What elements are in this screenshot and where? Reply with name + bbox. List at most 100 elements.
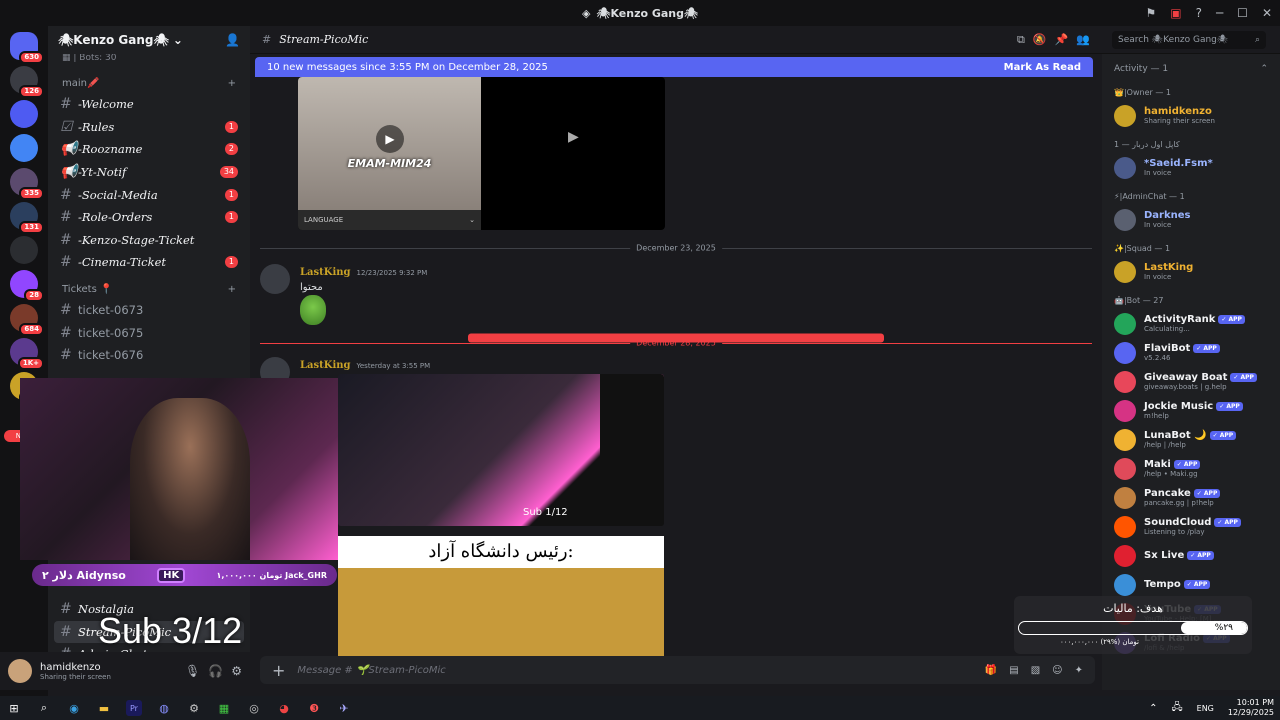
add-member-icon[interactable]: 👤 bbox=[225, 33, 240, 47]
member-info: ActivityRank ✓ APP bbox=[1144, 314, 1245, 325]
play-icon[interactable]: ▶ bbox=[376, 125, 404, 153]
settings-icon[interactable]: ⚙ bbox=[231, 664, 242, 678]
server-icon[interactable]: 126 bbox=[10, 66, 44, 98]
edge-icon[interactable]: ◉ bbox=[66, 700, 82, 716]
avatar bbox=[1114, 428, 1136, 451]
message-author[interactable]: LastKing bbox=[300, 267, 351, 278]
file-explorer-icon[interactable]: ▬ bbox=[96, 700, 112, 716]
server-icon[interactable]: 684 bbox=[10, 304, 44, 336]
emoji-icon[interactable]: ☺ bbox=[1052, 665, 1062, 676]
avatar[interactable] bbox=[260, 264, 290, 294]
channel-item[interactable]: # -Role-Orders 1 bbox=[48, 206, 250, 229]
category-main[interactable]: main🖍️ + bbox=[48, 64, 250, 93]
member-item[interactable]: Sx Live ✓ APP bbox=[1102, 541, 1280, 570]
pin-icon[interactable]: 📌 bbox=[1055, 33, 1069, 46]
activity-header[interactable]: Activity — 1 ⌃ bbox=[1102, 54, 1280, 78]
channel-item[interactable]: 📢 -Yt-Notif 34 bbox=[48, 161, 250, 184]
member-item[interactable]: Darknes In voice bbox=[1102, 205, 1280, 234]
language-indicator[interactable]: ENG bbox=[1197, 704, 1214, 713]
member-name: LunaBot 🌙 bbox=[1144, 430, 1207, 441]
meme-image[interactable]: رئیس دانشگاه آزاد: bbox=[338, 536, 664, 656]
member-item[interactable]: Maki ✓ APP/help • Maki.gg bbox=[1102, 454, 1280, 483]
play-icon[interactable]: ▶ bbox=[568, 129, 579, 145]
add-channel-icon[interactable]: + bbox=[228, 78, 236, 89]
member-item[interactable]: Jockie Music ✓ APP m!help bbox=[1102, 396, 1280, 425]
server-icon[interactable] bbox=[10, 236, 38, 264]
language-select[interactable]: LANGUAGE ⌄ bbox=[298, 210, 481, 230]
maximize-button[interactable]: ☐ bbox=[1237, 6, 1248, 20]
server-icon[interactable] bbox=[10, 100, 38, 128]
channel-item[interactable]: # -Cinema-Ticket 1 bbox=[48, 251, 250, 274]
message-input[interactable]: Message # 🌱Stream-PicoMic bbox=[297, 665, 972, 676]
new-messages-banner[interactable]: 10 new messages since 3:55 PM on Decembe… bbox=[255, 57, 1093, 77]
search-input[interactable]: Search 🕷Kenzo Gang🕷 ⌕ bbox=[1112, 30, 1266, 49]
windows-start-icon[interactable]: ⊞ bbox=[6, 700, 22, 716]
premiere-icon[interactable]: Pr bbox=[126, 700, 142, 716]
ticket-channel[interactable]: # ticket-0676 bbox=[48, 344, 250, 367]
gif-icon[interactable]: ▤ bbox=[1009, 665, 1018, 676]
member-item[interactable]: *Saeid.Fsm* In voice bbox=[1102, 153, 1280, 182]
member-item[interactable]: FlaviBot ✓ APP v5.2.46 bbox=[1102, 338, 1280, 367]
server-icon[interactable]: 28 bbox=[10, 270, 44, 302]
add-channel-icon[interactable]: + bbox=[228, 284, 236, 295]
avatar[interactable] bbox=[8, 659, 32, 683]
ticket-channel[interactable]: # ticket-0675 bbox=[48, 321, 250, 344]
message-author[interactable]: LastKing bbox=[300, 360, 351, 371]
inbox-icon[interactable]: ⚑ bbox=[1145, 6, 1156, 20]
mark-as-read-button[interactable]: Mark As Read bbox=[1004, 62, 1081, 73]
channel-item[interactable]: ☑ -Rules 1 bbox=[48, 116, 250, 139]
category-tickets[interactable]: Tickets 📍 + bbox=[48, 274, 250, 299]
stream-sub-counter: Sub 1/12 bbox=[523, 507, 568, 518]
member-group-header: 🤖|Bot — 27 bbox=[1114, 296, 1164, 305]
member-item[interactable]: Tempo ✓ APP bbox=[1102, 570, 1280, 599]
steam-icon[interactable]: ⚙ bbox=[186, 700, 202, 716]
video-embed[interactable]: ▶ EMAM-MIM24 LANGUAGE ⌄ ▶ bbox=[298, 77, 665, 230]
server-icon[interactable]: 131 bbox=[10, 202, 44, 234]
server-icon[interactable]: 630 bbox=[10, 32, 44, 64]
member-item[interactable]: LunaBot 🌙 ✓ APP/help | /help bbox=[1102, 425, 1280, 454]
apps-icon[interactable]: ✦ bbox=[1075, 665, 1083, 676]
close-button[interactable]: ✕ bbox=[1262, 6, 1272, 20]
clock[interactable]: 10:01 PM 12/29/2025 bbox=[1228, 698, 1274, 718]
discord-icon[interactable]: ◍ bbox=[156, 700, 172, 716]
members-icon[interactable]: 👥 bbox=[1076, 33, 1090, 46]
member-info: LunaBot 🌙 ✓ APP bbox=[1144, 430, 1237, 441]
headset-icon[interactable]: 🎧 bbox=[208, 664, 223, 678]
help-icon[interactable]: ? bbox=[1196, 6, 1202, 20]
channel-item[interactable]: # -Social-Media 1 bbox=[48, 183, 250, 206]
channel-item[interactable]: 📢 -Rooznаme 2 bbox=[48, 138, 250, 161]
member-item[interactable]: LastKing In voice bbox=[1102, 257, 1280, 286]
network-icon[interactable]: 🖧 bbox=[1171, 700, 1182, 717]
search-icon[interactable]: ⌕ bbox=[36, 700, 52, 716]
guild-header[interactable]: 🕷Kenzo Gang🕷 ⌄ 👤 bbox=[48, 26, 250, 54]
channel-item[interactable]: # -Kenzo-Stage-Ticket bbox=[48, 229, 250, 252]
server-icon[interactable] bbox=[10, 134, 38, 162]
member-item[interactable]: Giveaway Boat ✓ APP giveaway.boats | g.hel… bbox=[1102, 367, 1280, 396]
member-item[interactable]: ActivityRank ✓ APP Calculating... bbox=[1102, 309, 1280, 338]
server-icon[interactable]: 1K+ bbox=[10, 338, 44, 370]
ticket-channel[interactable]: # ticket-0673 bbox=[48, 299, 250, 322]
mic-icon[interactable]: 🎙 bbox=[185, 664, 200, 678]
app-icon[interactable]: ❸ bbox=[306, 700, 322, 716]
message-composer[interactable]: + Message # 🌱Stream-PicoMic 🎁 ▤ ▧ ☺ ✦ bbox=[260, 656, 1095, 684]
member-item[interactable]: hamidkenzo Sharing their screen bbox=[1102, 101, 1280, 130]
add-attachment-icon[interactable]: + bbox=[272, 661, 285, 680]
chevron-up-icon[interactable]: ⌃ bbox=[1260, 64, 1268, 74]
gift-icon[interactable]: 🎁 bbox=[985, 665, 997, 676]
minimize-button[interactable]: ─ bbox=[1216, 6, 1223, 20]
stream-screenshot[interactable]: Sub 1/12 bbox=[338, 374, 664, 526]
video-thumbnail[interactable]: ▶ EMAM-MIM24 bbox=[298, 77, 481, 210]
sticker-icon[interactable]: ▧ bbox=[1031, 665, 1040, 676]
member-item[interactable]: SoundCloud ✓ APP Listening to /play bbox=[1102, 512, 1280, 541]
mute-icon[interactable]: 🔕 bbox=[1033, 33, 1047, 46]
threads-icon[interactable]: ⧉ bbox=[1017, 33, 1025, 47]
channel-item[interactable]: # -Welcome bbox=[48, 93, 250, 116]
app-icon[interactable]: ✈ bbox=[336, 700, 352, 716]
download-icon[interactable]: ▣ bbox=[1170, 6, 1181, 20]
tray-chevron-icon[interactable]: ⌃ bbox=[1149, 703, 1157, 714]
obs-icon[interactable]: ◎ bbox=[246, 700, 262, 716]
chrome-icon[interactable]: ◕ bbox=[276, 700, 292, 716]
app-icon[interactable]: ▦ bbox=[216, 700, 232, 716]
server-icon[interactable]: 335 bbox=[10, 168, 44, 200]
member-item[interactable]: Pancake ✓ APP pancake.gg | p!help bbox=[1102, 483, 1280, 512]
